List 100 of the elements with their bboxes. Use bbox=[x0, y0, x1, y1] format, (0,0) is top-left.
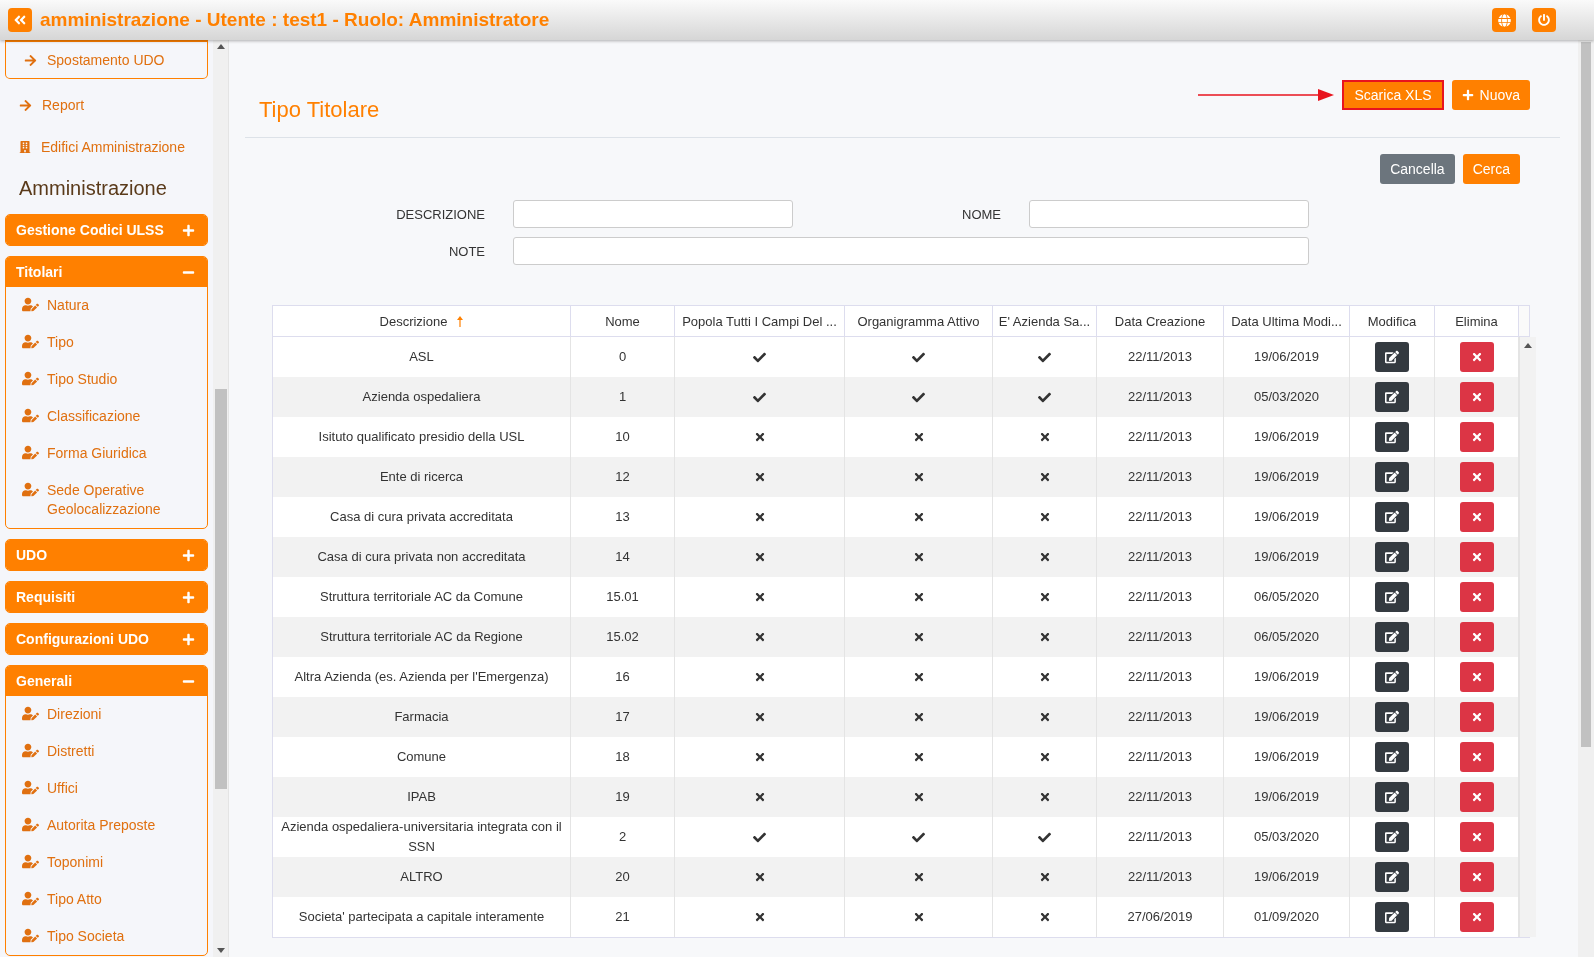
menu-item[interactable]: Tipo bbox=[6, 324, 207, 361]
edit-button[interactable] bbox=[1375, 702, 1409, 732]
delete-button[interactable] bbox=[1459, 862, 1494, 892]
edit-icon bbox=[1385, 350, 1399, 364]
edit-icon bbox=[1385, 430, 1399, 444]
scrollbar[interactable] bbox=[1519, 337, 1536, 937]
menu-group-header[interactable]: Gestione Codici ULSS bbox=[6, 215, 207, 245]
export-button[interactable]: Scarica XLS bbox=[1342, 80, 1444, 110]
edit-button[interactable] bbox=[1375, 662, 1409, 692]
menu-link[interactable]: Spostamento UDO bbox=[5, 40, 208, 79]
menu-item[interactable]: Classificazione bbox=[6, 398, 207, 435]
edit-icon bbox=[1385, 790, 1399, 804]
edit-button[interactable] bbox=[1375, 502, 1409, 532]
menu-group-header[interactable]: UDO bbox=[6, 540, 207, 570]
input-field[interactable] bbox=[513, 237, 1309, 265]
edit-icon bbox=[1385, 390, 1399, 404]
new-button[interactable]: Nuova bbox=[1451, 80, 1530, 110]
menu-group-header[interactable]: Configurazioni UDO bbox=[6, 624, 207, 654]
delete-button[interactable] bbox=[1459, 462, 1494, 492]
menu-item[interactable]: Tipo Studio bbox=[6, 361, 207, 398]
menu-item[interactable]: Tipo Societa bbox=[6, 918, 207, 955]
user-edit-icon bbox=[22, 481, 39, 498]
globe-button[interactable] bbox=[1492, 8, 1516, 32]
edit-button[interactable] bbox=[1375, 422, 1409, 452]
power-button[interactable] bbox=[1532, 8, 1556, 32]
menu-link[interactable]: Report bbox=[5, 89, 208, 121]
field-label: NOTE bbox=[448, 243, 485, 259]
menu-item[interactable]: Distretti bbox=[6, 733, 207, 770]
delete-button[interactable] bbox=[1459, 622, 1494, 652]
close-icon bbox=[1470, 591, 1483, 603]
menu-item[interactable]: Uffici bbox=[6, 770, 207, 807]
delete-button[interactable] bbox=[1459, 502, 1494, 532]
menu-item[interactable]: Natura bbox=[6, 287, 207, 324]
delete-button[interactable] bbox=[1459, 822, 1494, 852]
menu-group-header[interactable]: Generali bbox=[6, 666, 207, 696]
edit-icon bbox=[1385, 830, 1399, 844]
close-icon bbox=[1470, 831, 1483, 843]
delete-button[interactable] bbox=[1459, 902, 1494, 932]
menu-item[interactable]: Tipo Atto bbox=[6, 881, 207, 918]
edit-button[interactable] bbox=[1375, 822, 1409, 852]
close-icon bbox=[1470, 471, 1483, 483]
user-edit-icon bbox=[22, 444, 39, 461]
user-edit-icon bbox=[22, 333, 39, 350]
globe-icon bbox=[1497, 13, 1511, 27]
edit-button[interactable] bbox=[1375, 542, 1409, 572]
edit-button[interactable] bbox=[1375, 382, 1409, 412]
table-cell: Societa' partecipata a capitale interamente bbox=[273, 897, 571, 937]
delete-button[interactable] bbox=[1459, 342, 1494, 372]
edit-icon bbox=[1385, 470, 1399, 484]
edit-button[interactable] bbox=[1375, 902, 1409, 932]
scrollbar[interactable] bbox=[1578, 40, 1594, 957]
input-field[interactable] bbox=[513, 200, 793, 228]
close-icon bbox=[1470, 791, 1483, 803]
search-button[interactable]: Cerca bbox=[1462, 154, 1520, 184]
edit-button[interactable] bbox=[1375, 782, 1409, 812]
input-field[interactable] bbox=[1029, 200, 1309, 228]
delete-button[interactable] bbox=[1459, 542, 1494, 572]
delete-button[interactable] bbox=[1459, 422, 1494, 452]
delete-button[interactable] bbox=[1459, 702, 1494, 732]
user-edit-icon bbox=[22, 890, 39, 907]
collapse-button[interactable] bbox=[8, 8, 32, 32]
delete-button[interactable] bbox=[1459, 582, 1494, 612]
building-icon bbox=[19, 141, 31, 153]
plus-icon bbox=[1461, 89, 1474, 101]
edit-button[interactable] bbox=[1375, 862, 1409, 892]
close-icon bbox=[1470, 911, 1483, 923]
delete-button[interactable] bbox=[1459, 382, 1494, 412]
edit-icon bbox=[1385, 750, 1399, 764]
menu-group-header[interactable]: Titolari bbox=[6, 257, 207, 287]
edit-button[interactable] bbox=[1375, 582, 1409, 612]
table-cell: 21 bbox=[571, 897, 675, 937]
menu-item[interactable]: Toponimi bbox=[6, 844, 207, 881]
close-icon bbox=[1470, 351, 1483, 363]
edit-button[interactable] bbox=[1375, 742, 1409, 772]
menu-item[interactable]: Autorita Preposte bbox=[6, 807, 207, 844]
close-icon bbox=[1470, 671, 1483, 683]
plus-icon bbox=[182, 590, 195, 604]
edit-button[interactable] bbox=[1375, 622, 1409, 652]
menu-item[interactable]: Sede Operative Geolocalizzazione bbox=[6, 472, 207, 528]
edit-button[interactable] bbox=[1375, 342, 1409, 372]
menu-group-header[interactable]: Requisiti bbox=[6, 582, 207, 612]
close-icon bbox=[1470, 511, 1483, 523]
user-edit-icon bbox=[22, 779, 39, 796]
delete-button[interactable] bbox=[1459, 742, 1494, 772]
menu-item[interactable]: Forma Giuridica bbox=[6, 435, 207, 472]
user-edit-icon bbox=[22, 370, 39, 387]
table-cell: 27/06/2019 bbox=[1097, 897, 1224, 937]
close-icon bbox=[1470, 711, 1483, 723]
edit-button[interactable] bbox=[1375, 462, 1409, 492]
menu-item[interactable]: Direzioni bbox=[6, 696, 207, 733]
close-icon bbox=[1470, 871, 1483, 883]
clear-button[interactable]: Cancella bbox=[1380, 154, 1455, 184]
table-cell: 01/09/2020 bbox=[1224, 897, 1350, 937]
menu-link[interactable]: Edifici Amministrazione bbox=[5, 131, 208, 163]
delete-button[interactable] bbox=[1459, 662, 1494, 692]
edit-icon bbox=[1385, 550, 1399, 564]
delete-button[interactable] bbox=[1459, 782, 1494, 812]
scrollbar[interactable] bbox=[213, 40, 229, 957]
field-label: NOME bbox=[962, 206, 1001, 222]
edit-icon bbox=[1385, 510, 1399, 524]
